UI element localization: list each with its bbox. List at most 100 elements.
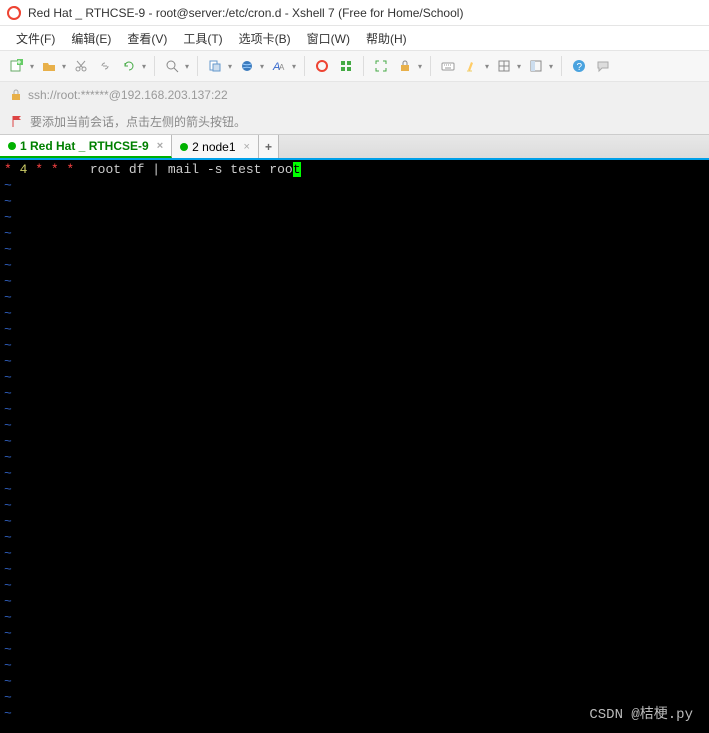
- font-icon[interactable]: AA: [268, 55, 290, 77]
- search-icon[interactable]: [161, 55, 183, 77]
- tilde-line: ~: [4, 642, 705, 658]
- tab-label: 2 node1: [192, 140, 235, 154]
- terminal[interactable]: * 4 * * * root df | mail -s test root ~~…: [0, 158, 709, 733]
- svg-text:?: ?: [577, 62, 583, 73]
- new-session-button[interactable]: [6, 55, 28, 77]
- menu-view[interactable]: 查看(V): [119, 28, 175, 49]
- keyboard-icon[interactable]: [437, 55, 459, 77]
- lock-icon[interactable]: [394, 55, 416, 77]
- status-dot-icon: [180, 143, 188, 151]
- tilde-line: ~: [4, 610, 705, 626]
- lock-small-icon: [10, 89, 22, 101]
- titlebar: Red Hat _ RTHCSE-9 - root@server:/etc/cr…: [0, 0, 709, 26]
- tilde-line: ~: [4, 338, 705, 354]
- tab-redhat[interactable]: 1 Red Hat _ RTHCSE-9 ×: [0, 135, 172, 158]
- copy-icon[interactable]: [204, 55, 226, 77]
- toolbar: ▾ ▾ ▾ ▾ ▾ ▾ AA ▾ ▾ ▾ ▾ ▾ ?: [0, 50, 709, 82]
- tilde-line: ~: [4, 354, 705, 370]
- sep6: [561, 56, 562, 76]
- sep3: [304, 56, 305, 76]
- close-icon[interactable]: ×: [157, 140, 163, 152]
- sep4: [363, 56, 364, 76]
- tab-add-button[interactable]: +: [259, 135, 279, 158]
- tilde-line: ~: [4, 370, 705, 386]
- terminal-line: * 4 * * * root df | mail -s test root: [4, 162, 705, 178]
- new-dd[interactable]: ▾: [28, 62, 36, 71]
- tilde-line: ~: [4, 450, 705, 466]
- sep2: [197, 56, 198, 76]
- lock-dd[interactable]: ▾: [416, 62, 424, 71]
- sep: [154, 56, 155, 76]
- fullscreen-icon[interactable]: [370, 55, 392, 77]
- tilde-line: ~: [4, 306, 705, 322]
- watermark: CSDN @桔梗.py: [589, 703, 693, 723]
- tilde-line: ~: [4, 514, 705, 530]
- layout-icon[interactable]: [493, 55, 515, 77]
- menu-edit[interactable]: 编辑(E): [63, 28, 119, 49]
- addressbar: ssh://root:******@192.168.203.137:22: [0, 82, 709, 108]
- tilde-line: ~: [4, 674, 705, 690]
- tilde-line: ~: [4, 626, 705, 642]
- refresh-icon[interactable]: [118, 55, 140, 77]
- highlight-icon[interactable]: [461, 55, 483, 77]
- chat-icon[interactable]: [592, 55, 614, 77]
- tab-node1[interactable]: 2 node1 ×: [172, 135, 259, 158]
- hintbar: 要添加当前会话，点击左侧的箭头按钮。: [0, 108, 709, 134]
- tilde-line: ~: [4, 658, 705, 674]
- tilde-line: ~: [4, 322, 705, 338]
- search-dd[interactable]: ▾: [183, 62, 191, 71]
- tilde-line: ~: [4, 530, 705, 546]
- panel-dd[interactable]: ▾: [547, 62, 555, 71]
- tilde-line: ~: [4, 562, 705, 578]
- tilde-line: ~: [4, 386, 705, 402]
- font-dd[interactable]: ▾: [290, 62, 298, 71]
- grid-icon[interactable]: [335, 55, 357, 77]
- refresh-dd[interactable]: ▾: [140, 62, 148, 71]
- close-icon[interactable]: ×: [244, 141, 250, 153]
- tab-label: 1 Red Hat _ RTHCSE-9: [20, 139, 149, 153]
- app-icon: [6, 5, 22, 21]
- tilde-line: ~: [4, 418, 705, 434]
- svg-text:A: A: [279, 63, 285, 72]
- copy-dd[interactable]: ▾: [226, 62, 234, 71]
- tilde-line: ~: [4, 434, 705, 450]
- panel-icon[interactable]: [525, 55, 547, 77]
- layout-dd[interactable]: ▾: [515, 62, 523, 71]
- cursor: t: [293, 162, 301, 177]
- status-dot-icon: [8, 142, 16, 150]
- menu-tools[interactable]: 工具(T): [175, 28, 230, 49]
- tilde-line: ~: [4, 466, 705, 482]
- tilde-line: ~: [4, 290, 705, 306]
- hint-text: 要添加当前会话，点击左侧的箭头按钮。: [30, 113, 246, 130]
- tilde-line: ~: [4, 226, 705, 242]
- menu-help[interactable]: 帮助(H): [358, 28, 415, 49]
- tilde-line: ~: [4, 178, 705, 194]
- tilde-line: ~: [4, 274, 705, 290]
- tilde-line: ~: [4, 546, 705, 562]
- menu-window[interactable]: 窗口(W): [299, 28, 358, 49]
- globe-icon[interactable]: [236, 55, 258, 77]
- tilde-line: ~: [4, 194, 705, 210]
- globe-dd[interactable]: ▾: [258, 62, 266, 71]
- tilde-line: ~: [4, 594, 705, 610]
- tilde-line: ~: [4, 578, 705, 594]
- open-dd[interactable]: ▾: [60, 62, 68, 71]
- tilde-line: ~: [4, 210, 705, 226]
- scissors-icon[interactable]: [70, 55, 92, 77]
- flag-icon: [10, 114, 24, 128]
- open-button[interactable]: [38, 55, 60, 77]
- link-icon[interactable]: [94, 55, 116, 77]
- window-title: Red Hat _ RTHCSE-9 - root@server:/etc/cr…: [28, 6, 463, 20]
- xshell-icon[interactable]: [311, 55, 333, 77]
- menu-file[interactable]: 文件(F): [8, 28, 63, 49]
- tilde-line: ~: [4, 242, 705, 258]
- tabstrip: 1 Red Hat _ RTHCSE-9 × 2 node1 × +: [0, 134, 709, 158]
- help-icon[interactable]: ?: [568, 55, 590, 77]
- sep5: [430, 56, 431, 76]
- menubar: 文件(F) 编辑(E) 查看(V) 工具(T) 选项卡(B) 窗口(W) 帮助(…: [0, 26, 709, 50]
- hl-dd[interactable]: ▾: [483, 62, 491, 71]
- address-text[interactable]: ssh://root:******@192.168.203.137:22: [28, 88, 228, 102]
- menu-tabs[interactable]: 选项卡(B): [231, 28, 299, 49]
- tilde-line: ~: [4, 498, 705, 514]
- tilde-line: ~: [4, 258, 705, 274]
